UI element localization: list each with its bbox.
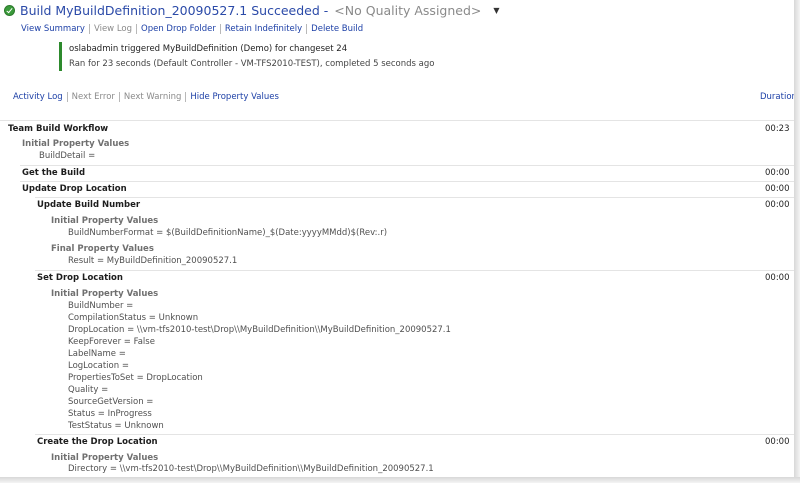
initial-property-values-heading: Initial Property Values bbox=[51, 453, 159, 463]
activity-duration: 00:00 bbox=[765, 273, 790, 283]
log-activity-get-the-build[interactable]: Get the Build bbox=[22, 168, 85, 178]
final-property-values-heading: Final Property Values bbox=[51, 244, 154, 254]
property-value: CompilationStatus = Unknown bbox=[68, 313, 199, 323]
activity-duration: 00:00 bbox=[765, 184, 790, 194]
property-value: LogLocation = bbox=[68, 361, 129, 371]
open-drop-folder-link[interactable]: Open Drop Folder bbox=[137, 24, 220, 34]
property-value: BuildNumber = bbox=[68, 301, 134, 311]
chevron-down-icon[interactable]: ▼ bbox=[493, 6, 499, 15]
activity-log-toolbar: Activity Log Next Error Next Warning Hid… bbox=[13, 92, 283, 102]
initial-property-values-heading: Initial Property Values bbox=[51, 216, 159, 226]
property-value: BuildNumberFormat = $(BuildDefinitionNam… bbox=[68, 228, 388, 238]
row-divider bbox=[35, 270, 794, 271]
property-value: Quality = bbox=[68, 385, 109, 395]
property-value: LabelName = bbox=[68, 349, 126, 359]
hide-property-values-link[interactable]: Hide Property Values bbox=[186, 92, 283, 102]
log-activity-create-drop-location[interactable]: Create the Drop Location bbox=[37, 437, 158, 447]
row-divider bbox=[35, 197, 794, 198]
next-warning-link[interactable]: Next Warning bbox=[120, 92, 185, 102]
log-activity-update-drop-location[interactable]: Update Drop Location bbox=[22, 184, 127, 194]
property-value: KeepForever = False bbox=[68, 337, 155, 347]
log-activity-update-build-number[interactable]: Update Build Number bbox=[37, 200, 140, 210]
log-top-divider bbox=[0, 120, 794, 121]
log-activity-set-drop-location[interactable]: Set Drop Location bbox=[37, 273, 123, 283]
build-title-row: Build MyBuildDefinition_20090527.1 Succe… bbox=[4, 2, 500, 18]
next-error-link[interactable]: Next Error bbox=[68, 92, 119, 102]
build-succeeded-icon bbox=[4, 4, 15, 16]
activity-log-link[interactable]: Activity Log bbox=[13, 92, 67, 102]
activity-duration: 00:00 bbox=[765, 168, 790, 178]
build-run-info: Ran for 23 seconds (Default Controller -… bbox=[69, 59, 435, 69]
view-summary-link[interactable]: View Summary bbox=[21, 24, 89, 34]
property-value: DropLocation = \\vm-tfs2010-test\Drop\\M… bbox=[68, 325, 451, 335]
property-value: Directory = \\vm-tfs2010-test\Drop\\MyBu… bbox=[68, 464, 434, 474]
activity-duration: 00:00 bbox=[765, 200, 790, 210]
row-divider bbox=[20, 165, 794, 166]
build-title: Build MyBuildDefinition_20090527.1 Succe… bbox=[20, 2, 320, 18]
activity-duration: 00:23 bbox=[765, 124, 790, 134]
log-activity-team-build-workflow[interactable]: Team Build Workflow bbox=[8, 124, 108, 134]
retain-indefinitely-link[interactable]: Retain Indefinitely bbox=[221, 24, 306, 34]
view-log-link[interactable]: View Log bbox=[90, 24, 136, 34]
property-value: Status = InProgress bbox=[68, 409, 152, 419]
initial-property-values-heading: Initial Property Values bbox=[22, 139, 130, 149]
property-value: TestStatus = Unknown bbox=[68, 421, 164, 431]
property-value: BuildDetail = bbox=[39, 151, 96, 161]
property-value: PropertiesToSet = DropLocation bbox=[68, 373, 203, 383]
status-bar-indicator bbox=[59, 42, 62, 71]
screenshot-shadow-right bbox=[794, 0, 800, 483]
delete-build-link[interactable]: Delete Build bbox=[307, 24, 367, 34]
build-trigger-text: oslabadmin triggered MyBuildDefinition (… bbox=[69, 44, 348, 54]
build-quality-selector[interactable]: <No Quality Assigned> bbox=[334, 3, 481, 18]
duration-column-header[interactable]: Duration bbox=[760, 92, 794, 102]
property-value: Result = MyBuildDefinition_20090527.1 bbox=[68, 256, 238, 266]
build-details-view: Build MyBuildDefinition_20090527.1 Succe… bbox=[0, 0, 794, 477]
build-action-links: View Summary View Log Open Drop Folder R… bbox=[21, 24, 367, 34]
row-divider bbox=[20, 181, 794, 182]
row-divider bbox=[35, 434, 794, 435]
screenshot-shadow-bottom bbox=[0, 477, 800, 483]
property-value: SourceGetVersion = bbox=[68, 397, 154, 407]
activity-duration: 00:00 bbox=[765, 437, 790, 447]
initial-property-values-heading: Initial Property Values bbox=[51, 289, 159, 299]
title-separator: - bbox=[323, 2, 329, 18]
